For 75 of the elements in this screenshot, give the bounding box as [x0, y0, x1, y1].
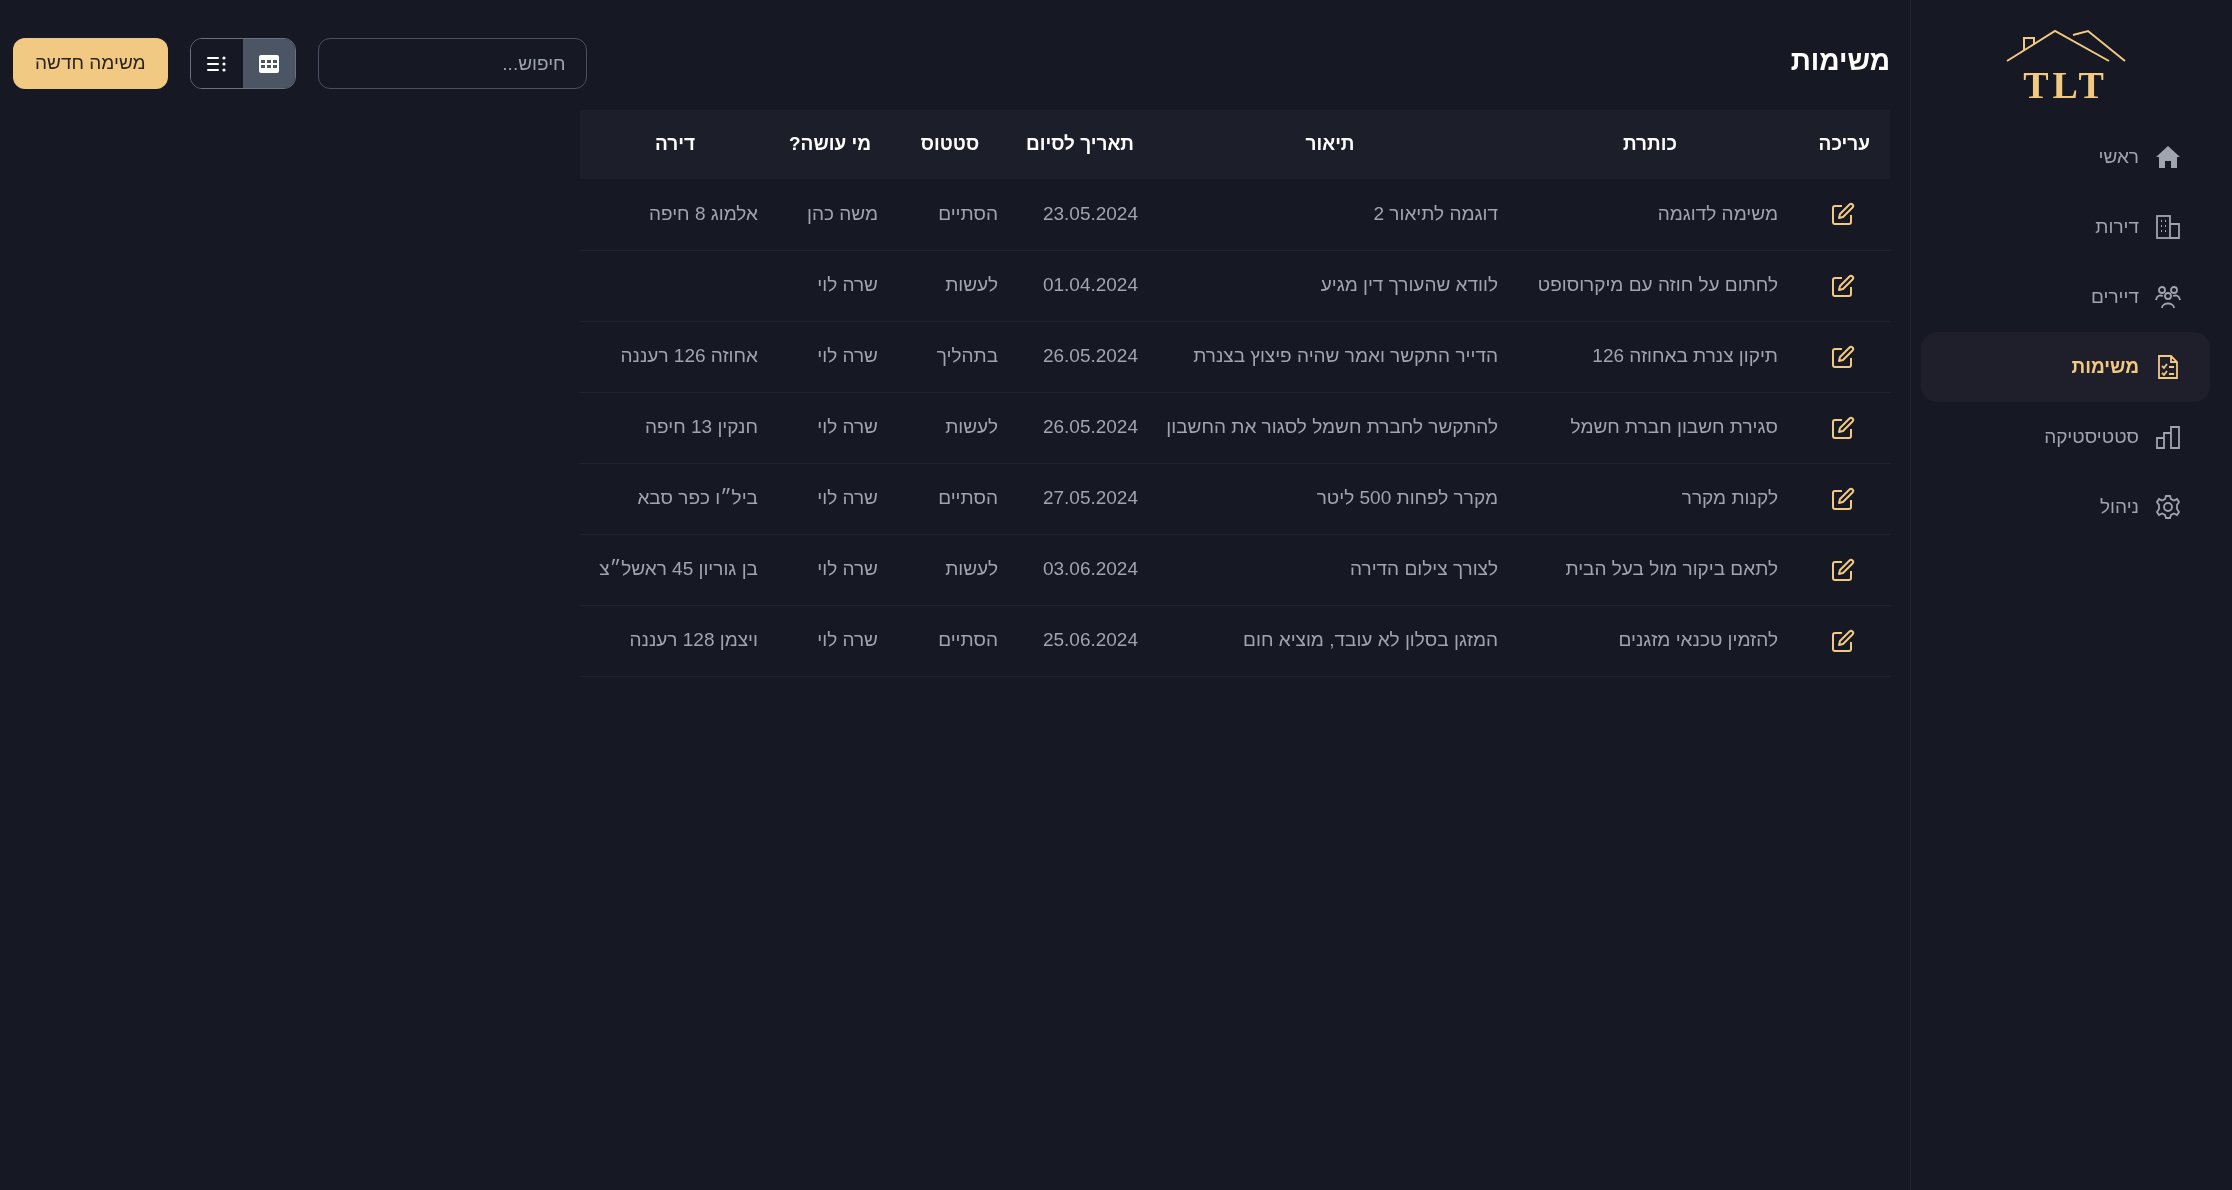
settings-icon: [2155, 494, 2181, 520]
table-cell: 03.06.2024: [1042, 558, 1138, 580]
table-cell: הסתיים: [938, 203, 998, 224]
list-icon: [206, 55, 227, 72]
bar-chart-icon: [2155, 425, 2181, 449]
table-cell: לעשות: [945, 274, 998, 296]
logo-roof-icon: [2005, 28, 2126, 64]
table-cell: משה כהן: [807, 203, 878, 224]
page-title: משימות: [1790, 44, 1890, 78]
table-cell: הסתיים: [938, 487, 998, 509]
building-icon: [2155, 214, 2181, 240]
table-cell: 23.05.2024: [1042, 203, 1138, 224]
sidebar-nav-item[interactable]: דירות: [1921, 192, 2210, 262]
column-header: סטטוס: [890, 110, 1010, 179]
column-header: תיאור: [1150, 110, 1510, 179]
table-cell: להזמין טכנאי מזגנים: [1618, 629, 1778, 651]
search-field[interactable]: חיפוש...: [317, 38, 587, 89]
table-cell: שרה לוי: [817, 274, 878, 296]
edit-icon[interactable]: [1831, 557, 1855, 582]
table-cell: לתאם ביקור מול בעל הבית: [1565, 558, 1778, 580]
table-cell: הסתיים: [938, 629, 998, 651]
table-cell: מקרר לפחות 500 ליטר: [1316, 487, 1498, 509]
table-cell: בתהליך: [936, 345, 998, 367]
sidebar-nav-item[interactable]: ראשי: [1921, 122, 2210, 192]
table-cell: שרה לוי: [817, 558, 878, 580]
table-cell: דוגמה לתיאור 2: [1373, 203, 1498, 224]
table-cell: שרה לוי: [817, 416, 878, 438]
column-header: כותרת: [1510, 110, 1790, 179]
sidebar-nav-item[interactable]: משימות: [1921, 332, 2210, 402]
edit-icon[interactable]: [1831, 202, 1855, 227]
table-cell: סגירת חשבון חברת חשמל: [1570, 416, 1778, 438]
table-view-button[interactable]: [242, 39, 295, 88]
table-cell: תיקון צנרת באחוזה 126: [1592, 345, 1778, 367]
sidebar-nav-item[interactable]: ניהול: [1921, 472, 2210, 542]
table-cell: להתקשר לחברת חשמל לסגור את החשבון: [1166, 416, 1498, 438]
table-cell: הדייר התקשר ואמר שהיה פיצוץ בצנרת: [1193, 345, 1498, 367]
table-cell: ביל״ו כפר סבא: [637, 487, 758, 509]
table-cell: 25.06.2024: [1042, 629, 1138, 651]
sidebar-nav-item[interactable]: דיירים: [1921, 262, 2210, 332]
table-cell: אלמוג 8 חיפה: [648, 203, 758, 224]
users-icon: [2155, 285, 2181, 309]
home-icon: [2155, 145, 2181, 169]
table-cell: לחתום על חוזה עם מיקרוסופט: [1537, 274, 1778, 296]
edit-icon[interactable]: [1831, 415, 1855, 440]
edit-icon[interactable]: [1831, 628, 1855, 653]
checklist-document-icon: [2157, 354, 2179, 380]
table-cell: לעשות: [945, 416, 998, 438]
edit-icon[interactable]: [1831, 486, 1855, 511]
table-cell: המזגן בסלון לא עובד, מוציא חום: [1243, 629, 1498, 651]
table-cell: משימה לדוגמה: [1657, 203, 1778, 224]
table-cell: שרה לוי: [817, 487, 878, 509]
table-cell: לצורך צילום הדירה: [1350, 558, 1498, 580]
table-cell: 26.05.2024: [1042, 345, 1138, 367]
table-cell: 26.05.2024: [1042, 416, 1138, 438]
column-header: דירה: [580, 110, 770, 179]
column-header: עריכה: [1790, 110, 1890, 179]
column-header: מי עושה?: [770, 110, 890, 179]
column-header: תאריך לסיום: [1010, 110, 1150, 179]
edit-icon[interactable]: [1831, 344, 1855, 369]
table-cell: לקנות מקרר: [1681, 487, 1778, 509]
edit-icon[interactable]: [1831, 273, 1855, 298]
table-cell: לעשות: [945, 558, 998, 580]
table-grid-icon: [258, 54, 279, 73]
table-cell: לוודא שהעורך דין מגיע: [1320, 274, 1498, 296]
table-cell: 27.05.2024: [1042, 487, 1138, 509]
table-cell: אחוזה 126 רעננה: [620, 345, 758, 367]
table-cell: שרה לוי: [817, 345, 878, 367]
table-cell: 01.04.2024: [1042, 274, 1138, 296]
new-task-button[interactable]: משימה חדשה: [13, 38, 168, 89]
table-cell: ויצמן 128 רעננה: [629, 629, 758, 651]
table-cell: חנקין 13 חיפה: [645, 416, 758, 438]
table-cell: בן גוריון 45 ראשל״צ: [599, 558, 758, 580]
logo-text: TLT: [2023, 66, 2108, 104]
table-cell: שרה לוי: [817, 629, 878, 651]
sidebar-nav-item[interactable]: סטטיסטיקה: [1921, 402, 2210, 472]
